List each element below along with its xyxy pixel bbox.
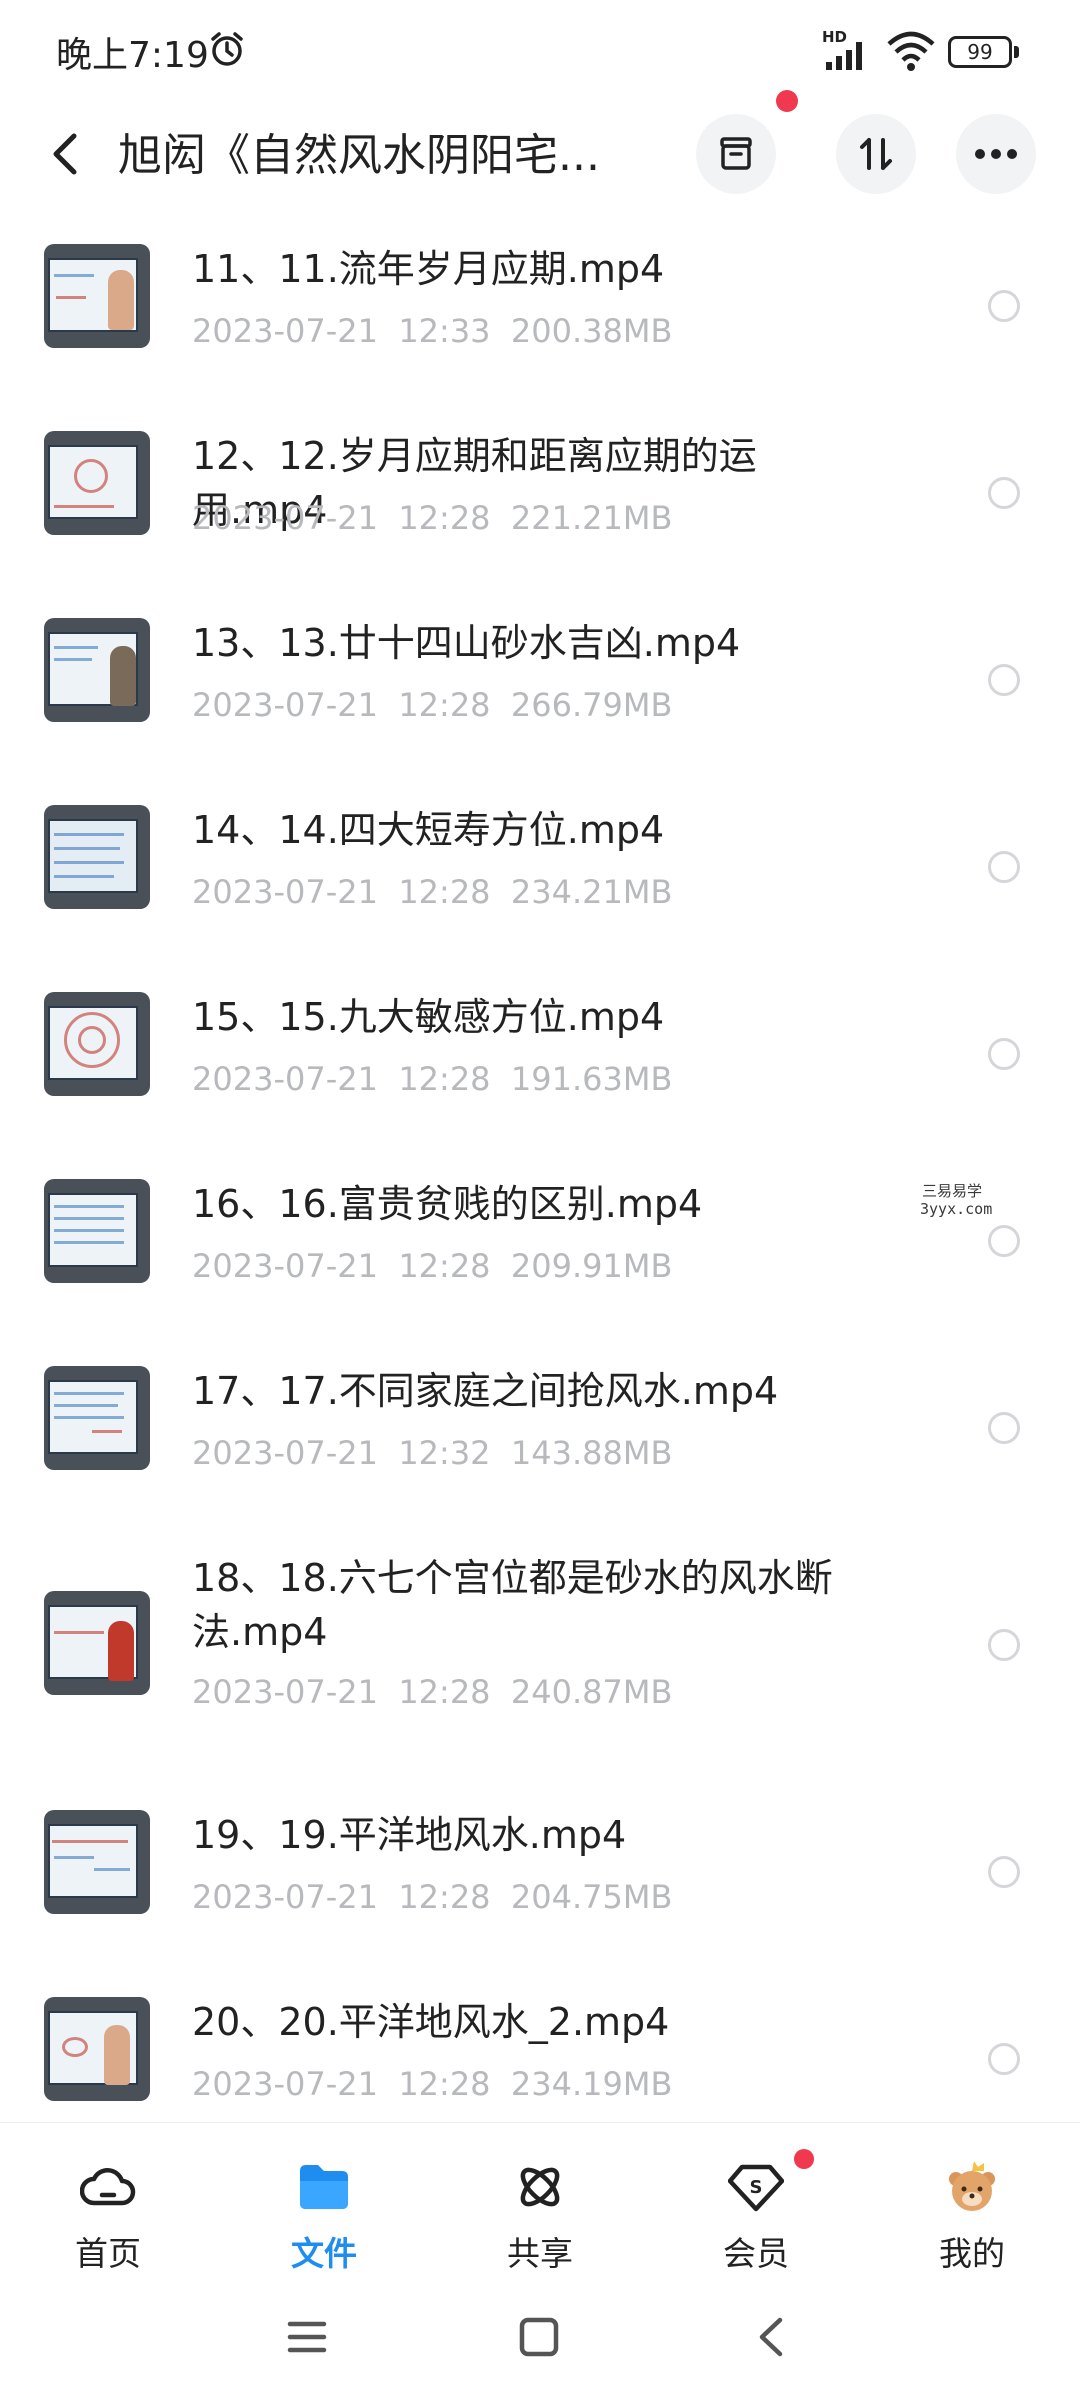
file-name: 14、14.四大短寿方位.mp4 [192,808,665,852]
select-checkbox[interactable] [988,2043,1020,2075]
home-button[interactable] [514,2312,564,2362]
bear-avatar-icon [949,2161,995,2211]
battery-icon: 99 [948,36,1020,68]
select-checkbox[interactable] [988,1856,1020,1888]
status-time: 晚上7:19 [56,35,209,76]
sort-icon [860,138,892,170]
nav-label: 首页 [75,2234,141,2273]
list-item[interactable]: 15、15.九大敏感方位.mp4 2023-07-21 12:28 191.63… [0,974,1080,1144]
watermark-text: 三易易学 [922,1182,983,1200]
svg-text:S: S [750,2177,763,2198]
file-meta: 2023-07-21 12:28 191.63MB [192,1060,673,1098]
select-checkbox[interactable] [988,477,1020,509]
file-meta: 2023-07-21 12:28 221.21MB [192,499,673,537]
cloud-icon [80,2168,136,2206]
list-item[interactable]: 12、12.岁月应期和距离应期的运用.mp4 2023-07-21 12:28 … [0,413,1080,583]
video-thumbnail [44,1366,150,1470]
file-name: 13、13.廿十四山砂水吉凶.mp4 [192,621,741,665]
more-button[interactable] [956,114,1036,194]
notification-dot [776,90,798,112]
wifi-icon [887,31,935,71]
select-checkbox[interactable] [988,1412,1020,1444]
watermark-url: 3yyx.com [920,1200,993,1218]
system-nav-bar [0,2272,1080,2400]
nav-label: 共享 [507,2234,573,2273]
nav-mine[interactable]: 我的 [912,2159,1032,2273]
video-thumbnail [44,805,150,909]
nav-member[interactable]: S 会员 [696,2149,816,2273]
archive-button[interactable] [696,114,776,194]
file-meta: 2023-07-21 12:28 234.21MB [192,873,673,911]
select-checkbox[interactable] [988,1038,1020,1070]
select-checkbox[interactable] [988,1629,1020,1661]
status-bar: 晚上7:19 HD 99 [0,0,1080,100]
notification-dot [794,2149,814,2169]
file-name: 11、11.流年岁月应期.mp4 [192,247,665,291]
sort-button[interactable] [836,114,916,194]
nav-share[interactable]: 共享 [480,2159,600,2273]
more-icon [975,149,1017,159]
list-item[interactable]: 18、18.六七个宫位都是砂水的风水断法.mp4 2023-07-21 12:2… [0,1535,1080,1775]
list-item[interactable]: 13、13.廿十四山砂水吉凶.mp4 2023-07-21 12:28 266.… [0,600,1080,770]
video-thumbnail [44,1810,150,1914]
file-meta: 2023-07-21 12:28 240.87MB [192,1673,673,1711]
file-name: 16、16.富贵贫贱的区别.mp4 [192,1182,703,1226]
back-button[interactable] [40,126,90,182]
file-name: 20、20.平洋地风水_2.mp4 [192,2000,670,2044]
list-item[interactable]: 14、14.四大短寿方位.mp4 2023-07-21 12:28 234.21… [0,787,1080,957]
select-checkbox[interactable] [988,664,1020,696]
file-name: 19、19.平洋地风水.mp4 [192,1813,627,1857]
recent-apps-button[interactable] [282,2312,332,2362]
file-name: 15、15.九大敏感方位.mp4 [192,995,665,1039]
list-item[interactable]: 20、20.平洋地风水_2.mp4 2023-07-21 12:28 234.1… [0,1979,1080,2122]
video-thumbnail [44,618,150,722]
file-meta: 2023-07-21 12:28 234.19MB [192,2065,673,2103]
signal-icon [826,42,862,70]
nav-label: 文件 [291,2234,357,2273]
file-meta: 2023-07-21 12:33 200.38MB [192,312,673,350]
file-meta: 2023-07-21 12:32 143.88MB [192,1434,673,1472]
system-back-button[interactable] [748,2312,798,2362]
list-item[interactable]: 17、17.不同家庭之间抢风水.mp4 2023-07-21 12:32 143… [0,1348,1080,1518]
file-name: 17、17.不同家庭之间抢风水.mp4 [192,1369,779,1413]
share-atom-icon [520,2167,560,2207]
video-thumbnail [44,992,150,1096]
file-name: 18、18.六七个宫位都是砂水的风水断法.mp4 [192,1556,833,1654]
nav-home[interactable]: 首页 [48,2159,168,2273]
video-thumbnail [44,1179,150,1283]
battery-level: 99 [948,36,1012,68]
select-checkbox[interactable] [988,1225,1020,1257]
alarm-icon [211,32,243,66]
page-title: 旭闳《自然风水阴阳宅... [118,130,600,181]
folder-icon [300,2165,348,2209]
bottom-nav: 首页 文件 共享 S 会员 我的 [0,2122,1080,2273]
file-list[interactable]: 11、11.流年岁月应期.mp4 2023-07-21 12:33 200.38… [0,210,1080,2122]
archive-icon [720,137,752,170]
member-badge-icon: S [728,2164,784,2212]
file-meta: 2023-07-21 12:28 204.75MB [192,1878,673,1916]
watermark: 三易易学 3yyx.com [822,1172,1080,1224]
file-meta: 2023-07-21 12:28 209.91MB [192,1247,673,1285]
nav-label: 我的 [939,2234,1005,2273]
select-checkbox[interactable] [988,851,1020,883]
nav-label: 会员 [723,2234,789,2273]
video-thumbnail [44,1591,150,1695]
video-thumbnail [44,431,150,535]
header-bar: 旭闳《自然风水阴阳宅... [0,90,1080,210]
list-item[interactable]: 19、19.平洋地风水.mp4 2023-07-21 12:28 204.75M… [0,1792,1080,1962]
file-meta: 2023-07-21 12:28 266.79MB [192,686,673,724]
nav-files[interactable]: 文件 [264,2159,384,2273]
video-thumbnail [44,244,150,348]
select-checkbox[interactable] [988,290,1020,322]
list-item[interactable]: 11、11.流年岁月应期.mp4 2023-07-21 12:33 200.38… [0,226,1080,396]
video-thumbnail [44,1997,150,2101]
